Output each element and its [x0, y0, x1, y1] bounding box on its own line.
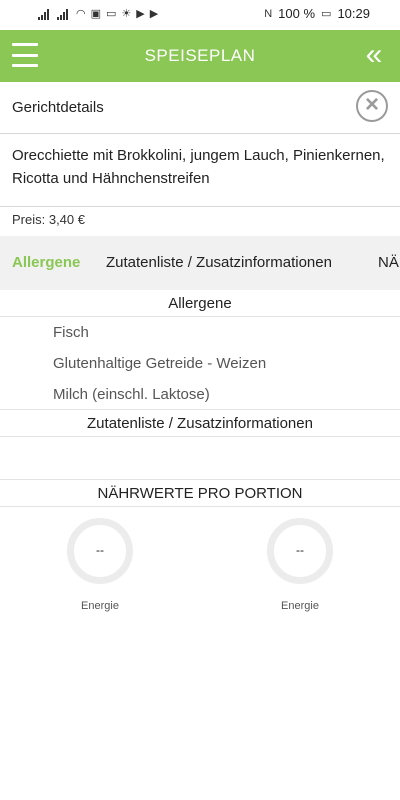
signal-icon	[57, 8, 71, 20]
nutrition-title: NÄHRWERTE PRO PORTION	[97, 485, 303, 502]
close-icon[interactable]: ×	[356, 90, 388, 122]
tab-allergene[interactable]: Allergene	[12, 254, 80, 271]
status-icons-right: N 100 % ▭ 10:29	[264, 6, 370, 21]
clock-time: 10:29	[337, 6, 370, 21]
wifi-icon: ◠	[76, 8, 86, 20]
divider	[0, 316, 400, 317]
nutrition-label: Energie	[281, 600, 319, 612]
nutrition-label: Energie	[81, 600, 119, 612]
allergen-item: Fisch	[53, 324, 89, 341]
notification-icon: ▭	[106, 8, 117, 20]
ingredients-title: Zutatenliste / Zusatzinformationen	[87, 415, 313, 432]
nfc-icon: N	[264, 7, 273, 20]
signal-icon	[38, 8, 52, 20]
allergen-item: Glutenhaltige Getreide - Weizen	[53, 355, 267, 372]
divider	[0, 409, 400, 410]
battery-icon: ▭	[321, 7, 332, 20]
status-icons-left: ◠ ▣ ▭ ☀ ▶ ▶	[38, 7, 158, 21]
tab-bar: Allergene Zutatenliste / Zusatzinformati…	[0, 236, 400, 290]
youtube-icon: ▶	[136, 8, 145, 20]
sim-card-icon: ▣	[90, 8, 102, 20]
page-title: SPEISEPLAN	[144, 46, 256, 65]
sun-icon: ☀	[121, 8, 132, 20]
app-header: SPEISEPLAN «	[0, 30, 400, 82]
detail-heading: Gerichtdetails	[12, 99, 104, 116]
status-bar: ◠ ▣ ▭ ☀ ▶ ▶ N 100 % ▭ 10:29	[0, 0, 400, 30]
divider	[0, 479, 400, 480]
nutrition-value: --	[96, 543, 104, 557]
battery-percent: 100 %	[278, 6, 316, 21]
dish-name: Orecchiette mit Brokkolini, jungem Lauch…	[12, 147, 385, 187]
youtube-icon: ▶	[149, 8, 159, 20]
detail-header: Gerichtdetails ×	[0, 82, 400, 134]
tab-zutatenliste[interactable]: Zutatenliste / Zusatzinformationen	[106, 254, 332, 271]
allergen-item: Milch (einschl. Laktose)	[53, 386, 210, 403]
price-row: Preis: 3,40 €	[0, 206, 400, 234]
divider	[0, 436, 400, 437]
nutrition-value: --	[296, 543, 304, 557]
tab-naehrwerte[interactable]: NÄ	[378, 254, 399, 271]
divider	[0, 506, 400, 507]
double-chevron-left-icon[interactable]: «	[360, 38, 388, 72]
price-text: Preis: 3,40 €	[12, 212, 85, 227]
allergens-title: Allergene	[168, 295, 232, 312]
